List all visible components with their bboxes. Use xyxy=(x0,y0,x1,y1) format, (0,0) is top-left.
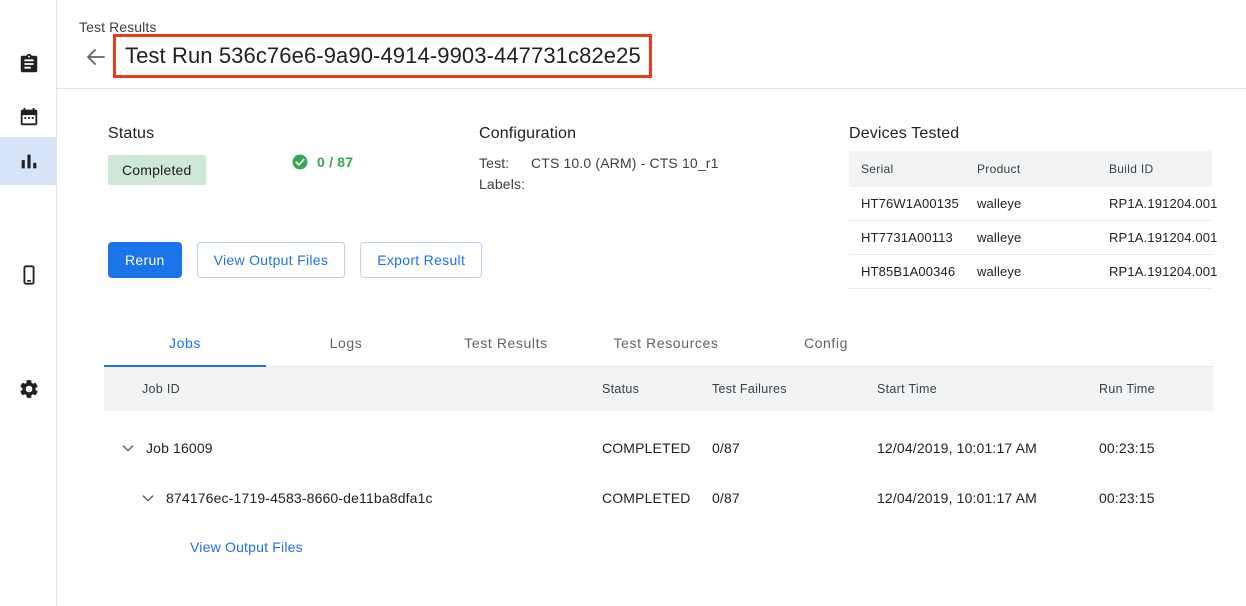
tab-config[interactable]: Config xyxy=(746,319,906,367)
back-button[interactable] xyxy=(84,45,108,69)
devices-tested-table: Serial Product Build ID HT76W1A00135 wal… xyxy=(849,151,1212,289)
sidebar-item-test-suites[interactable] xyxy=(0,40,57,88)
config-key-test: Test: xyxy=(479,153,531,174)
job-run-time: 00:23:15 xyxy=(1099,490,1213,506)
check-circle-icon xyxy=(291,153,309,171)
jobs-col-test-failures: Test Failures xyxy=(712,382,877,396)
device-build-id: RP1A.191204.001 xyxy=(1097,221,1212,255)
chevron-down-icon[interactable] xyxy=(136,486,160,510)
job-start-time: 12/04/2019, 10:01:17 AM xyxy=(877,490,1099,506)
view-output-files-link[interactable]: View Output Files xyxy=(190,539,303,555)
job-attempt-id-text: 874176ec-1719-4583-8660-de11ba8dfa1c xyxy=(166,490,433,506)
device-icon xyxy=(18,264,40,286)
tab-test-results[interactable]: Test Results xyxy=(426,319,586,367)
sidebar-item-devices[interactable] xyxy=(0,251,57,299)
config-value-test: CTS 10.0 (ARM) - CTS 10_r1 xyxy=(531,153,719,174)
devices-col-product: Product xyxy=(965,151,1097,187)
tab-logs[interactable]: Logs xyxy=(266,319,426,367)
page-title-highlight: Test Run 536c76e6-9a90-4914-9903-447731c… xyxy=(113,34,652,78)
device-serial: HT76W1A00135 xyxy=(849,187,965,221)
devices-col-build-id: Build ID xyxy=(1097,151,1212,187)
sidebar-item-test-results[interactable] xyxy=(0,137,57,185)
chevron-down-icon[interactable] xyxy=(116,436,140,460)
tab-test-resources[interactable]: Test Resources xyxy=(586,319,746,367)
sidebar-item-settings[interactable] xyxy=(0,365,57,413)
config-row-test: Test: CTS 10.0 (ARM) - CTS 10_r1 xyxy=(479,153,719,174)
devices-tested-heading: Devices Tested xyxy=(849,123,959,145)
app-root: Test Results Test Run 536c76e6-9a90-4914… xyxy=(0,0,1246,606)
rerun-button[interactable]: Rerun xyxy=(108,242,182,278)
tab-jobs[interactable]: Jobs xyxy=(104,319,266,367)
pass-ratio: 0 / 87 xyxy=(291,153,353,171)
device-build-id: RP1A.191204.001 xyxy=(1097,187,1212,221)
device-product: walleye xyxy=(965,187,1097,221)
job-id-text: Job 16009 xyxy=(146,440,213,456)
action-buttons: Rerun View Output Files Export Result xyxy=(108,242,482,278)
devices-header-row: Serial Product Build ID xyxy=(849,151,1212,187)
job-attempt-id-cell: 874176ec-1719-4583-8660-de11ba8dfa1c xyxy=(104,486,602,510)
table-row: HT76W1A00135 walleye RP1A.191204.001 xyxy=(849,187,1212,221)
config-key-labels: Labels: xyxy=(479,174,531,195)
job-start-time: 12/04/2019, 10:01:17 AM xyxy=(877,440,1099,456)
check-circle-glyph xyxy=(291,153,309,171)
device-serial: HT85B1A00346 xyxy=(849,255,965,289)
table-row[interactable]: Job 16009 COMPLETED 0/87 12/04/2019, 10:… xyxy=(104,423,1213,473)
device-serial: HT7731A00113 xyxy=(849,221,965,255)
calendar-icon xyxy=(18,106,40,128)
table-row[interactable]: 874176ec-1719-4583-8660-de11ba8dfa1c COM… xyxy=(104,473,1213,523)
bar-chart-icon xyxy=(18,150,40,172)
table-row: HT7731A00113 walleye RP1A.191204.001 xyxy=(849,221,1212,255)
export-result-button[interactable]: Export Result xyxy=(360,242,482,278)
jobs-col-status: Status xyxy=(602,382,712,396)
jobs-header-row: Job ID Status Test Failures Start Time R… xyxy=(104,367,1213,411)
job-output-files-row: View Output Files xyxy=(104,523,1213,571)
job-status: COMPLETED xyxy=(602,440,712,456)
table-row: HT85B1A00346 walleye RP1A.191204.001 xyxy=(849,255,1212,289)
gear-icon xyxy=(18,378,40,400)
job-test-failures: 0/87 xyxy=(712,440,877,456)
tab-bar: Jobs Logs Test Results Test Resources Co… xyxy=(104,319,1213,367)
config-row-labels: Labels: xyxy=(479,174,719,195)
job-id-cell: Job 16009 xyxy=(104,436,602,460)
jobs-col-run-time: Run Time xyxy=(1099,382,1213,396)
device-build-id: RP1A.191204.001 xyxy=(1097,255,1212,289)
configuration-body: Test: CTS 10.0 (ARM) - CTS 10_r1 Labels: xyxy=(479,153,719,195)
jobs-col-job-id: Job ID xyxy=(104,382,602,396)
sidebar xyxy=(0,0,57,606)
page-header: Test Results Test Run 536c76e6-9a90-4914… xyxy=(57,0,1246,89)
status-badge: Completed xyxy=(108,155,206,185)
job-status: COMPLETED xyxy=(602,490,712,506)
job-test-failures: 0/87 xyxy=(712,490,877,506)
device-product: walleye xyxy=(965,255,1097,289)
main-content: Test Results Test Run 536c76e6-9a90-4914… xyxy=(57,0,1246,606)
pass-ratio-text: 0 / 87 xyxy=(317,154,353,170)
run-summary: Status Completed 0 / 87 Rerun View Outpu… xyxy=(57,89,1246,319)
devices-col-serial: Serial xyxy=(849,151,965,187)
clipboard-icon xyxy=(18,53,40,75)
arrow-left-icon xyxy=(84,45,108,69)
sidebar-item-schedules[interactable] xyxy=(0,93,57,141)
device-product: walleye xyxy=(965,221,1097,255)
configuration-heading: Configuration xyxy=(479,123,576,145)
page-title: Test Run 536c76e6-9a90-4914-9903-447731c… xyxy=(125,42,641,70)
view-output-files-button[interactable]: View Output Files xyxy=(197,242,346,278)
jobs-col-start-time: Start Time xyxy=(877,382,1099,396)
job-run-time: 00:23:15 xyxy=(1099,440,1213,456)
status-heading: Status xyxy=(108,123,154,145)
jobs-table: Job ID Status Test Failures Start Time R… xyxy=(104,367,1213,571)
